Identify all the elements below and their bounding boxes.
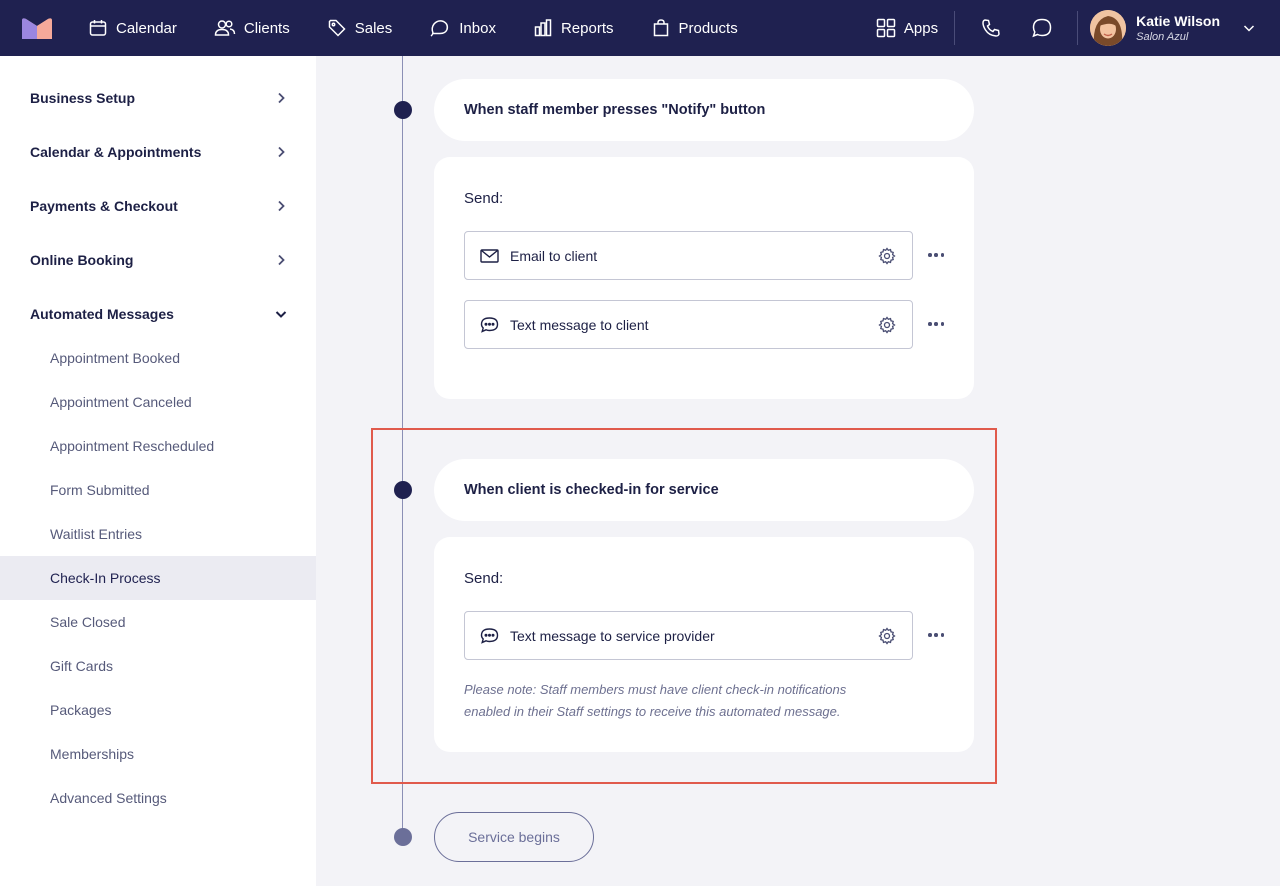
more-options-button[interactable]	[928, 247, 944, 263]
chevron-right-icon	[278, 92, 285, 104]
sidebar-section-business-setup[interactable]: Business Setup	[0, 76, 316, 120]
sidebar-section-online-booking[interactable]: Online Booking	[0, 238, 316, 282]
user-menu[interactable]: Katie Wilson Salon Azul	[1090, 10, 1256, 46]
nav-sales[interactable]: Sales	[327, 18, 393, 38]
sidebar-item-sale-closed[interactable]: Sale Closed	[0, 600, 316, 644]
business-name: Salon Azul	[1136, 31, 1189, 43]
sidebar-item-label: Memberships	[50, 746, 135, 762]
grid-icon	[876, 18, 896, 38]
highlight-box	[371, 428, 997, 784]
message-email-to-client[interactable]: Email to client	[464, 231, 913, 280]
nav-products[interactable]: Products	[651, 18, 738, 38]
sidebar-item-label: Packages	[50, 702, 112, 718]
nav-clients-label: Clients	[243, 19, 290, 37]
message-text-to-client[interactable]: Text message to client	[464, 300, 913, 349]
chevron-right-icon	[278, 200, 285, 212]
sidebar-section-label: Online Booking	[30, 252, 134, 268]
main-nav: Calendar Clients Sales Inbox Reports Pro…	[88, 0, 775, 56]
chevron-right-icon	[278, 146, 285, 158]
service-begins-pill: Service begins	[434, 812, 594, 862]
chart-icon	[534, 19, 552, 37]
sidebar-section-label: Payments & Checkout	[30, 198, 178, 214]
gear-icon	[878, 316, 896, 334]
sidebar-item-packages[interactable]: Packages	[0, 688, 316, 732]
divider	[1077, 11, 1079, 45]
sidebar-section-calendar-appointments[interactable]: Calendar & Appointments	[0, 130, 316, 174]
nav-right: Apps Katie Wilson Salon Azul	[876, 0, 1280, 56]
sidebar-item-appointment-booked[interactable]: Appointment Booked	[0, 336, 316, 380]
gear-icon	[878, 247, 896, 265]
nav-inbox-label: Inbox	[459, 19, 496, 37]
nav-reports-label: Reports	[560, 19, 614, 37]
sidebar-item-label: Sale Closed	[50, 614, 126, 630]
sidebar-item-form-submitted[interactable]: Form Submitted	[0, 468, 316, 512]
nav-sales-label: Sales	[354, 19, 393, 37]
message-label: Email to client	[510, 247, 598, 264]
nav-reports[interactable]: Reports	[533, 18, 614, 38]
sidebar-item-appointment-rescheduled[interactable]: Appointment Rescheduled	[0, 424, 316, 468]
nav-calendar[interactable]: Calendar	[88, 18, 177, 38]
chat-button[interactable]	[1031, 17, 1053, 39]
settings-sidebar: Business Setup Calendar & Appointments P…	[0, 56, 316, 886]
nav-clients[interactable]: Clients	[214, 18, 290, 38]
sidebar-section-automated-messages[interactable]: Automated Messages	[0, 292, 316, 336]
settings-gear-button[interactable]	[878, 247, 896, 268]
phone-icon	[982, 19, 1000, 37]
event-card-notify: Send: Email to client Text message to cl…	[434, 157, 974, 399]
user-name: Katie Wilson	[1136, 13, 1220, 29]
users-icon	[214, 20, 236, 36]
top-navbar: Calendar Clients Sales Inbox Reports Pro…	[0, 0, 1280, 56]
phone-button[interactable]	[981, 18, 1001, 38]
apps-button[interactable]: Apps	[876, 18, 938, 38]
sidebar-item-label: Appointment Rescheduled	[50, 438, 215, 454]
chat-bubble-icon	[1032, 18, 1052, 38]
tag-icon	[328, 19, 346, 37]
nav-inbox[interactable]: Inbox	[429, 18, 496, 38]
chat-bubble-icon	[480, 316, 499, 334]
timeline-dot	[394, 828, 412, 846]
sidebar-item-label: Check-In Process	[50, 570, 161, 586]
event-title-notify: When staff member presses "Notify" butto…	[434, 79, 974, 141]
sidebar-item-advanced-settings[interactable]: Advanced Settings	[0, 776, 316, 820]
more-options-button[interactable]	[928, 316, 944, 332]
sidebar-section-label: Business Setup	[30, 90, 136, 106]
apps-label: Apps	[903, 19, 939, 37]
nav-calendar-label: Calendar	[116, 19, 177, 37]
sidebar-item-label: Gift Cards	[50, 658, 114, 674]
chevron-down-icon	[275, 311, 287, 318]
sidebar-item-check-in-process[interactable]: Check-In Process	[0, 556, 316, 600]
mindbody-logo[interactable]	[22, 17, 52, 39]
sidebar-item-label: Advanced Settings	[50, 790, 167, 806]
sidebar-section-payments-checkout[interactable]: Payments & Checkout	[0, 184, 316, 228]
service-begins-label: Service begins	[468, 829, 560, 845]
user-info: Katie Wilson Salon Azul	[1136, 13, 1220, 43]
settings-gear-button[interactable]	[878, 316, 896, 337]
sidebar-item-waitlist-entries[interactable]: Waitlist Entries	[0, 512, 316, 556]
sidebar-item-label: Waitlist Entries	[50, 526, 143, 542]
sidebar-item-label: Appointment Booked	[50, 350, 180, 366]
timeline-dot	[394, 101, 412, 119]
calendar-icon	[89, 20, 107, 36]
divider	[954, 11, 956, 45]
send-label: Send:	[464, 190, 504, 207]
sidebar-section-label: Automated Messages	[30, 306, 174, 322]
chevron-down-icon	[1243, 25, 1255, 32]
sidebar-item-gift-cards[interactable]: Gift Cards	[0, 644, 316, 688]
inbox-icon	[430, 20, 449, 37]
event-title: When staff member presses "Notify" butto…	[464, 102, 766, 118]
envelope-icon	[480, 248, 499, 264]
sidebar-item-memberships[interactable]: Memberships	[0, 732, 316, 776]
shopping-bag-icon	[653, 19, 668, 37]
chevron-right-icon	[278, 254, 285, 266]
sidebar-item-label: Form Submitted	[50, 482, 150, 498]
sidebar-item-label: Appointment Canceled	[50, 394, 192, 410]
message-label: Text message to client	[510, 316, 649, 333]
nav-products-label: Products	[678, 19, 738, 37]
sidebar-section-label: Calendar & Appointments	[30, 144, 202, 160]
avatar	[1090, 10, 1127, 46]
sidebar-item-appointment-canceled[interactable]: Appointment Canceled	[0, 380, 316, 424]
